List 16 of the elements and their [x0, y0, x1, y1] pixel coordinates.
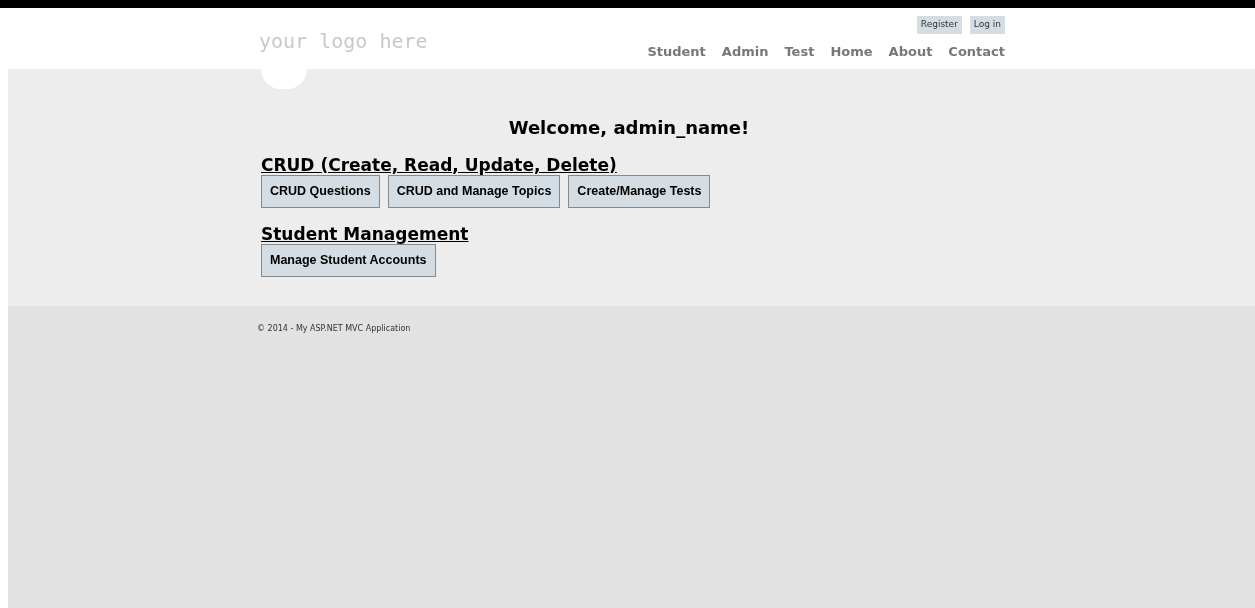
action-button[interactable]: Create/Manage Tests [568, 175, 711, 208]
nav-link[interactable]: Contact [948, 41, 1005, 61]
action-button[interactable]: CRUD and Manage Topics [387, 175, 561, 208]
action-button[interactable]: CRUD Questions [261, 175, 380, 208]
nav-link[interactable]: Home [830, 41, 873, 61]
nav-link[interactable]: Student [647, 41, 706, 61]
header-link[interactable]: Log in [969, 16, 1005, 34]
footer-text: © 2014 - My ASP.NET MVC Application [257, 324, 411, 333]
page-title: Welcome, admin_name! [508, 117, 750, 139]
nav-link[interactable]: About [888, 41, 933, 61]
section-heading: Student Management [261, 223, 470, 245]
header-link[interactable]: Register [916, 16, 962, 34]
action-button[interactable]: Manage Student Accounts [261, 244, 436, 277]
nav-link[interactable]: Test [784, 41, 815, 61]
section-heading: CRUD (Create, Read, Update, Delete) [261, 154, 618, 175]
nav-link[interactable]: Admin [721, 41, 769, 61]
